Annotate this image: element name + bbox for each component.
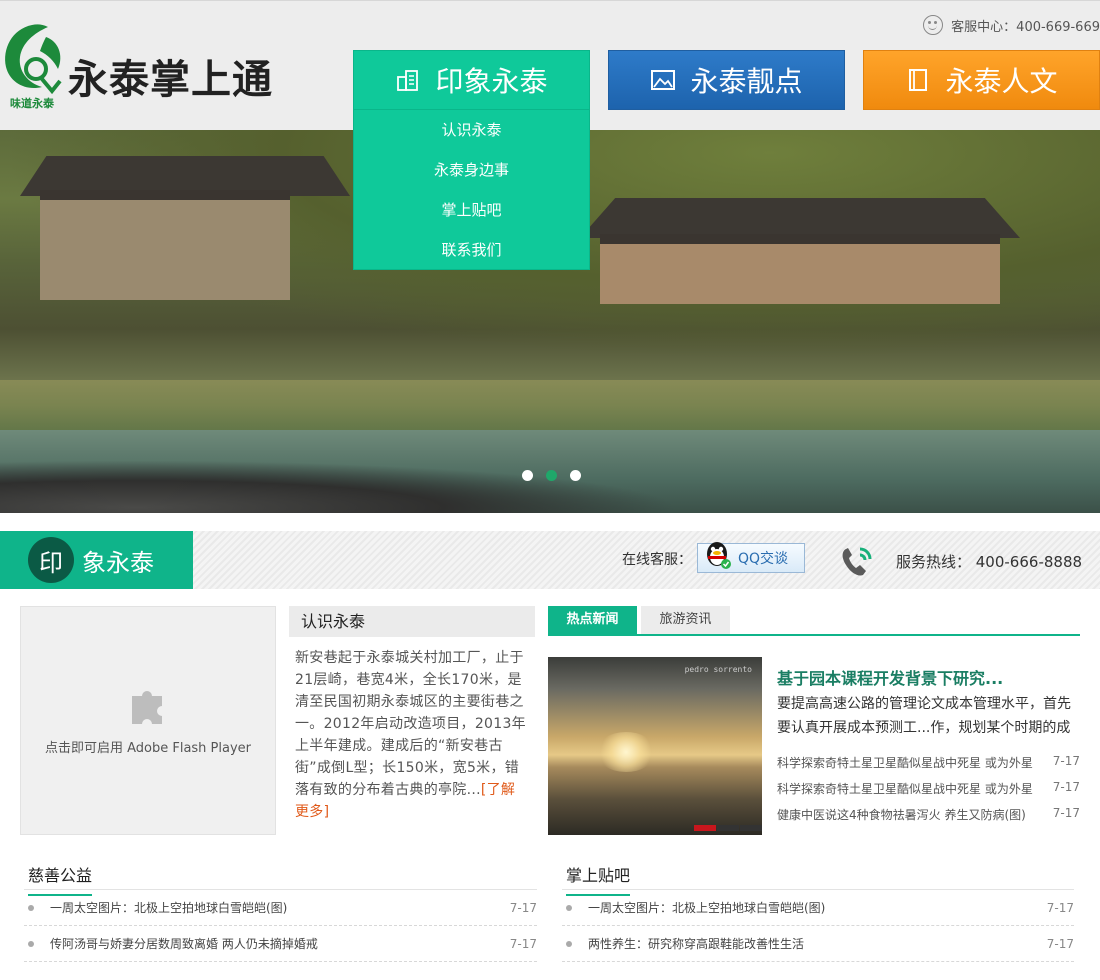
list-item[interactable]: 科学探索奇特土星卫星酷似星战中死星 或为外星 7-17: [777, 754, 1080, 780]
qq-chat-label: QQ交谈: [738, 551, 789, 567]
section-bar: 印 象永泰 在线客服： QQ交谈 服务热线： 400-666-8888: [0, 531, 1100, 589]
list-item-date: 7-17: [1052, 780, 1080, 794]
news-panel: 热点新闻 旅游资讯 pedro sorrento 基于园本课程开发背景下研究..…: [548, 606, 1080, 835]
slider-dot[interactable]: [522, 470, 533, 481]
forum-header: 掌上贴吧: [562, 856, 1074, 896]
tab-travel-info[interactable]: 旅游资讯: [641, 606, 730, 634]
pager-item[interactable]: [717, 825, 739, 831]
customer-service: 客服中心：400-669-669: [923, 15, 1100, 35]
flash-enable-text: 点击即可启用 Adobe Flash Player: [44, 741, 252, 756]
charity-title[interactable]: 慈善公益: [28, 862, 93, 896]
about-title: 认识永泰: [289, 606, 535, 637]
banner-house: [40, 190, 290, 300]
menu-item-local-news[interactable]: 永泰身边事: [354, 150, 589, 190]
tab-hot-news[interactable]: 热点新闻: [548, 606, 637, 634]
book-icon: [909, 69, 928, 91]
list-item-date: 7-17: [509, 900, 537, 915]
nav-impression[interactable]: 印象永泰: [353, 50, 590, 110]
list-item-title: 科学探索奇特土星卫星酷似星战中死星 或为外星: [777, 782, 1033, 796]
service-label: 客服中心：400-669-669: [951, 19, 1100, 35]
nav-scenery[interactable]: 永泰靓点: [608, 50, 845, 110]
slider-dots: [522, 470, 581, 481]
news-summary: 要提高高速公路的管理论文成本管理水平，首先要认真开展成本预测工...作，规划某个…: [777, 696, 1071, 736]
news-image-pager: [693, 825, 762, 831]
bullet-icon: [566, 904, 572, 911]
section-badge: 印: [28, 537, 74, 583]
picture-icon: [651, 70, 676, 90]
nav-scenery-label: 永泰靓点: [690, 65, 803, 98]
logo-text: 永泰掌上通: [68, 56, 273, 103]
news-tabs: 热点新闻 旅游资讯: [548, 606, 1080, 636]
logo-leaf-icon: [5, 24, 62, 95]
about-text: 新安巷起于永泰城关村加工厂，止于21层崎，巷宽4米，全长170米，是清至民国初期…: [295, 650, 526, 798]
news-image[interactable]: pedro sorrento: [548, 657, 762, 835]
bullet-icon: [28, 940, 34, 947]
list-item-date: 7-17: [1052, 754, 1080, 768]
menu-item-forum[interactable]: 掌上贴吧: [354, 190, 589, 230]
slider-dot[interactable]: [570, 470, 581, 481]
slider-dot-active[interactable]: [546, 470, 557, 481]
banner-rocks: [0, 460, 680, 513]
list-item-date: 7-17: [1046, 900, 1074, 915]
list-item[interactable]: 一周太空图片：北极上空拍地球白雪皑皑(图) 7-17: [24, 890, 537, 926]
bullet-icon: [28, 904, 34, 911]
logo-subtitle: 味道永泰: [10, 97, 54, 110]
qq-chat-button[interactable]: QQ交谈: [697, 542, 805, 573]
about-box: 认识永泰 新安巷起于永泰城关村加工厂，止于21层崎，巷宽4米，全长170米，是清…: [289, 606, 535, 823]
list-item[interactable]: 传阿汤哥与娇妻分居数周致离婚 两人仍未摘掉婚戒 7-17: [24, 926, 537, 962]
hotline-text: 服务热线： 400-666-8888: [896, 553, 1083, 571]
list-item-date: 7-17: [509, 936, 537, 951]
list-item-title: 两性养生：研究称穿高跟鞋能改善性生活: [588, 937, 805, 951]
nav-culture[interactable]: 永泰人文: [863, 50, 1100, 110]
list-item-title: 一周太空图片：北极上空拍地球白雪皑皑(图): [50, 901, 288, 915]
banner-roof: [580, 198, 1020, 238]
news-headline[interactable]: 基于园本课程开发背景下研究...: [777, 665, 1003, 689]
qq-penguin-icon: [707, 542, 731, 569]
list-item-date: 7-17: [1046, 936, 1074, 951]
banner-house: [600, 234, 1000, 304]
list-item-title: 传阿汤哥与娇妻分居数周致离婚 两人仍未摘掉婚戒: [50, 937, 318, 951]
menu-item-contact[interactable]: 联系我们: [354, 230, 589, 270]
section-title-text: 象永泰: [82, 548, 154, 577]
plugin-puzzle-icon: [132, 691, 162, 724]
about-body: 新安巷起于永泰城关村加工厂，止于21层崎，巷宽4米，全长170米，是清至民国初期…: [289, 637, 535, 823]
flash-player-placeholder[interactable]: 点击即可启用 Adobe Flash Player: [20, 606, 276, 835]
section-title: 印 象永泰: [0, 531, 193, 589]
online-service-label: 在线客服：: [622, 552, 692, 568]
list-item[interactable]: 健康中医说这4种食物祛暑泻火 养生又防病(图) 7-17: [777, 806, 1080, 832]
forum-list: 掌上贴吧 一周太空图片：北极上空拍地球白雪皑皑(图) 7-17 两性养生：研究称穿…: [562, 856, 1074, 962]
list-item[interactable]: 一周太空图片：北极上空拍地球白雪皑皑(图) 7-17: [562, 890, 1074, 926]
list-item-title: 健康中医说这4种食物祛暑泻火 养生又防病(图): [777, 808, 1026, 822]
phone-icon: [842, 547, 872, 576]
menu-item-know-yongtai[interactable]: 认识永泰: [354, 110, 589, 150]
news-list: 科学探索奇特土星卫星酷似星战中死星 或为外星 7-17 科学探索奇特土星卫星酷似星…: [777, 754, 1080, 832]
list-item-title: 一周太空图片：北极上空拍地球白雪皑皑(图): [588, 901, 826, 915]
list-item-title: 科学探索奇特土星卫星酷似星战中死星 或为外星: [777, 756, 1033, 770]
nav-culture-label: 永泰人文: [945, 65, 1058, 98]
nav-impression-label: 印象永泰: [435, 65, 548, 98]
list-item[interactable]: 科学探索奇特土星卫星酷似星战中死星 或为外星 7-17: [777, 780, 1080, 806]
list-item-date: 7-17: [1052, 806, 1080, 820]
news-image-sun: [596, 732, 656, 772]
smile-icon: [923, 15, 944, 35]
charity-header: 慈善公益: [24, 856, 537, 896]
charity-list: 慈善公益 一周太空图片：北极上空拍地球白雪皑皑(图) 7-17 传阿汤哥与娇妻分居…: [24, 856, 537, 962]
forum-title[interactable]: 掌上贴吧: [566, 862, 631, 896]
impression-dropdown-menu: 认识永泰 永泰身边事 掌上贴吧 联系我们: [353, 109, 590, 270]
pager-item-active[interactable]: [694, 825, 716, 831]
list-item[interactable]: 两性养生：研究称穿高跟鞋能改善性生活 7-17: [562, 926, 1074, 962]
image-watermark: pedro sorrento: [684, 665, 752, 674]
building-icon: [397, 70, 419, 91]
bullet-icon: [566, 940, 572, 947]
pager-item[interactable]: [740, 825, 762, 831]
logo[interactable]: 永泰掌上通 味道永泰: [2, 21, 292, 116]
